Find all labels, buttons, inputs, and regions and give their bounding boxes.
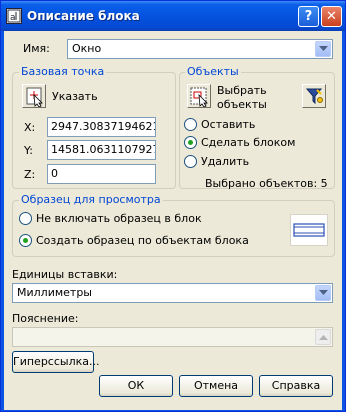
radio-selected-dot bbox=[188, 140, 193, 145]
name-value: Окно bbox=[72, 42, 102, 55]
y-label: Y: bbox=[24, 144, 33, 157]
insert-units-value: Миллиметры bbox=[17, 286, 92, 299]
window-block-preview-icon bbox=[293, 223, 325, 237]
retain-radio[interactable] bbox=[184, 118, 197, 131]
dialog-body: Имя: Окно Базовая точка Указать X: 2947.… bbox=[4, 31, 342, 410]
help-glyph: ? bbox=[304, 9, 313, 24]
convert-to-block-label: Сделать блоком bbox=[201, 136, 296, 149]
quick-select-button[interactable] bbox=[302, 84, 326, 108]
scroll-up-icon bbox=[315, 329, 331, 345]
pick-point-label: Указать bbox=[52, 90, 98, 103]
x-label: X: bbox=[24, 121, 36, 134]
ok-button[interactable]: ОК bbox=[99, 375, 173, 397]
select-objects-button[interactable] bbox=[187, 84, 211, 108]
retain-label: Оставить bbox=[201, 118, 256, 131]
cancel-button[interactable]: Отмена bbox=[179, 375, 253, 397]
base-point-group-label: Базовая точка bbox=[19, 65, 107, 78]
name-label: Имя: bbox=[23, 42, 50, 55]
close-icon: ✕ bbox=[326, 9, 337, 24]
svg-text:a: a bbox=[10, 13, 16, 23]
y-field[interactable]: 14581.06311079276 bbox=[47, 140, 156, 160]
insert-units-combo[interactable]: Миллиметры bbox=[12, 283, 333, 303]
dialog-window: a Описание блока ? ✕ Имя: Окно Базовая т… bbox=[0, 0, 346, 412]
name-combo[interactable]: Окно bbox=[67, 39, 333, 59]
chevron-down-icon[interactable] bbox=[315, 285, 331, 301]
convert-to-block-radio[interactable] bbox=[184, 136, 197, 149]
delete-label: Удалить bbox=[201, 155, 250, 168]
no-preview-label: Не включать образец в блок bbox=[36, 212, 202, 225]
preview-thumbnail bbox=[290, 214, 328, 246]
z-field[interactable]: 0 bbox=[47, 164, 156, 184]
chevron-down-icon[interactable] bbox=[315, 41, 331, 57]
x-field[interactable]: 2947.308371946215 bbox=[47, 117, 156, 137]
window-title: Описание блока bbox=[27, 9, 140, 23]
select-objects-label-2: объекты bbox=[217, 98, 267, 111]
select-objects-label-1: Выбрать bbox=[217, 84, 267, 97]
radio-selected-dot bbox=[23, 238, 28, 243]
z-label: Z: bbox=[24, 168, 36, 181]
selected-count-text: Выбрано объектов: 5 bbox=[205, 177, 328, 190]
help-title-button[interactable]: ? bbox=[298, 6, 319, 27]
insert-units-label: Единицы вставки: bbox=[12, 268, 118, 281]
description-field[interactable] bbox=[12, 327, 333, 347]
quick-select-icon bbox=[305, 88, 323, 105]
hyperlink-button[interactable]: Гиперссылка... bbox=[12, 351, 100, 373]
preview-group bbox=[12, 200, 335, 257]
close-button[interactable]: ✕ bbox=[321, 6, 342, 27]
select-objects-icon bbox=[190, 87, 208, 108]
block-description-glyph: a bbox=[7, 9, 21, 23]
no-preview-radio[interactable] bbox=[19, 212, 32, 225]
description-label: Пояснение: bbox=[12, 312, 79, 325]
pick-point-icon bbox=[26, 87, 43, 108]
block-description-icon: a bbox=[6, 8, 22, 24]
title-bar[interactable]: a Описание блока ? ✕ bbox=[1, 1, 345, 31]
delete-radio[interactable] bbox=[184, 155, 197, 168]
preview-group-label: Образец для просмотра bbox=[19, 193, 163, 206]
help-button[interactable]: Справка bbox=[259, 375, 333, 397]
pick-point-button[interactable] bbox=[22, 84, 46, 108]
objects-group-label: Объекты bbox=[185, 65, 241, 78]
create-preview-radio[interactable] bbox=[19, 234, 32, 247]
create-preview-label: Создать образец по объектам блока bbox=[36, 234, 249, 247]
